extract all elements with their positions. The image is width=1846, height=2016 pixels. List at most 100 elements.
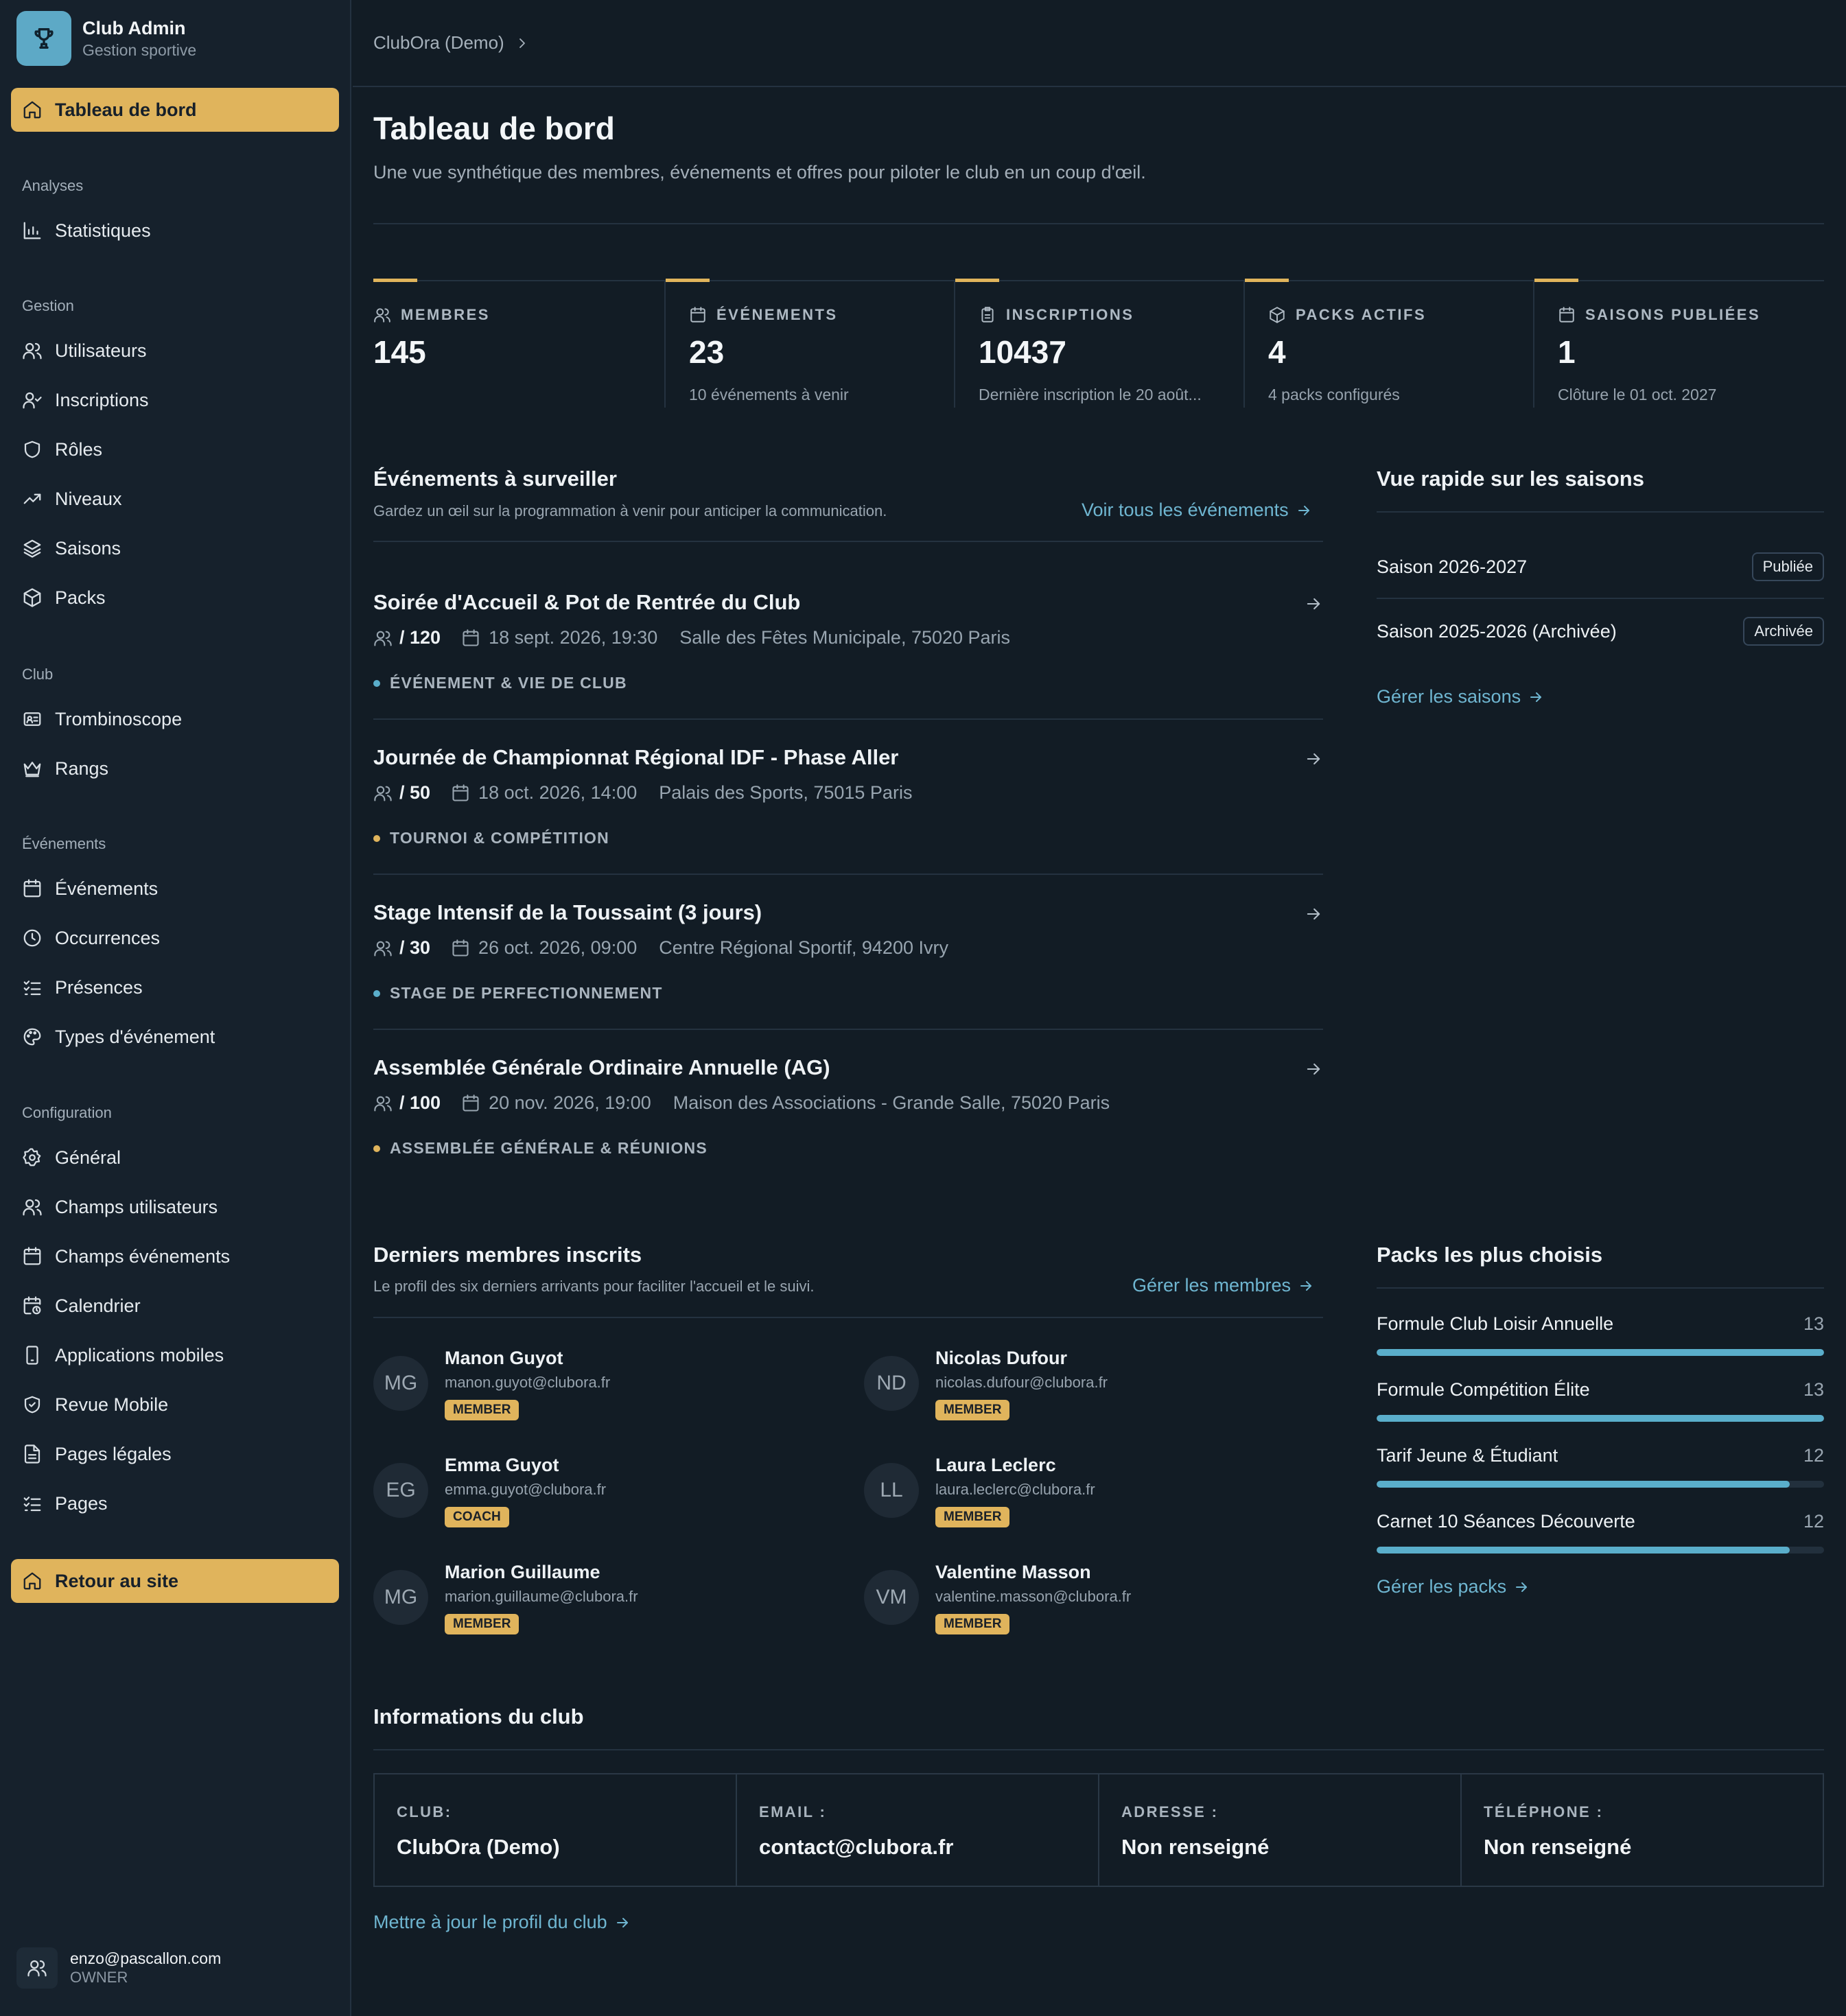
arrow-right-icon — [1516, 1582, 1528, 1592]
event-item[interactable]: Soirée d'Accueil & Pot de Rentrée du Clu… — [373, 590, 1323, 700]
sidebar-item-dashboard[interactable]: Tableau de bord — [11, 88, 339, 132]
user-role: OWNER — [70, 1969, 128, 1986]
sidebar-item-packs[interactable]: Packs — [11, 576, 339, 620]
brand-name: Club Admin — [82, 18, 186, 38]
member-email: emma.guyot@clubora.fr — [445, 1481, 607, 1498]
event-date: 18 oct. 2026, 14:00 — [478, 782, 638, 803]
sidebar-item-presences[interactable]: Présences — [11, 965, 339, 1009]
arrow-right-icon[interactable] — [1304, 749, 1323, 769]
season-row[interactable]: Saison 2026-2027 Publiée — [1377, 535, 1824, 598]
arrow-right-icon[interactable] — [1304, 904, 1323, 924]
chevron-right-icon — [519, 38, 525, 48]
sidebar-item-champs-evenements[interactable]: Champs événements — [11, 1234, 339, 1278]
back-to-site-button[interactable]: Retour au site — [11, 1559, 339, 1603]
sidebar-item-label: Occurrences — [55, 927, 161, 948]
event-capacity: / 100 — [399, 1092, 441, 1113]
season-row[interactable]: Saison 2025-2026 (Archivée) Archivée — [1377, 600, 1824, 663]
event-item[interactable]: Journée de Championnat Régional IDF - Ph… — [373, 745, 1323, 855]
stat-value: 4 — [1268, 334, 1286, 370]
sidebar-item-statistiques[interactable]: Statistiques — [11, 209, 339, 253]
info-label: ADRESSE : — [1121, 1803, 1219, 1820]
event-title: Stage Intensif de la Toussaint (3 jours) — [373, 900, 762, 924]
member-card[interactable]: EG Emma Guyot emma.guyot@clubora.fr COAC… — [373, 1455, 813, 1537]
stat-label: INSCRIPTIONS — [1006, 306, 1134, 323]
page-title: Tableau de bord — [373, 110, 615, 146]
layers-icon — [23, 539, 41, 558]
sidebar-item-roles[interactable]: Rôles — [11, 427, 339, 471]
pack-name: Formule Club Loisir Annuelle — [1377, 1313, 1614, 1334]
nav-group-analyses: Analyses — [22, 177, 84, 194]
sidebar-item-evenements[interactable]: Événements — [11, 867, 339, 911]
sidebar-item-label: Champs utilisateurs — [55, 1196, 218, 1217]
event-tag: ASSEMBLÉE GÉNÉRALE & RÉUNIONS — [390, 1139, 708, 1157]
sidebar-item-utilisateurs[interactable]: Utilisateurs — [11, 329, 339, 373]
sidebar-item-label: Général — [55, 1147, 121, 1168]
pack-name: Tarif Jeune & Étudiant — [1377, 1445, 1558, 1466]
sidebar-item-revue-mobile[interactable]: Revue Mobile — [11, 1383, 339, 1427]
sidebar-item-occurrences[interactable]: Occurrences — [11, 916, 339, 960]
sidebar-item-general[interactable]: Général — [11, 1136, 339, 1180]
see-all-events-link[interactable]: Voir tous les événements — [1082, 500, 1312, 521]
sidebar-item-inscriptions[interactable]: Inscriptions — [11, 378, 339, 422]
status-badge: Publiée — [1751, 552, 1824, 581]
sidebar-item-pages-legales[interactable]: Pages légales — [11, 1432, 339, 1476]
tag-dot — [373, 834, 380, 842]
event-date: 20 nov. 2026, 19:00 — [489, 1092, 651, 1113]
sidebar-item-pages[interactable]: Pages — [11, 1481, 339, 1525]
info-value: contact@clubora.fr — [759, 1835, 954, 1859]
event-date: 18 sept. 2026, 19:30 — [489, 627, 658, 648]
member-card[interactable]: VM Valentine Masson valentine.masson@clu… — [864, 1562, 1303, 1644]
event-place: Centre Régional Sportif, 94200 Ivry — [659, 937, 948, 958]
member-email: valentine.masson@clubora.fr — [935, 1588, 1132, 1605]
arrow-right-icon[interactable] — [1304, 1059, 1323, 1079]
member-card[interactable]: LL Laura Leclerc laura.leclerc@clubora.f… — [864, 1455, 1303, 1537]
stat-value: 23 — [689, 334, 725, 370]
avatar: LL — [864, 1463, 919, 1518]
sidebar-item-niveaux[interactable]: Niveaux — [11, 477, 339, 521]
shield-check-icon — [24, 1396, 40, 1414]
user-menu[interactable]: enzo@pascallon.com OWNER — [16, 1947, 221, 1989]
nav-group-configuration: Configuration — [22, 1104, 112, 1121]
arrow-right-icon[interactable] — [1304, 594, 1323, 613]
pack-progress — [1377, 1349, 1824, 1356]
sidebar-item-calendrier[interactable]: Calendrier — [11, 1284, 339, 1328]
home-icon — [23, 101, 41, 119]
sidebar: Club Admin Gestion sportive Tableau de b… — [0, 0, 351, 2016]
member-card[interactable]: ND Nicolas Dufour nicolas.dufour@clubora… — [864, 1348, 1303, 1430]
calendar-icon — [463, 629, 479, 646]
manage-seasons-link[interactable]: Gérer les saisons — [1377, 686, 1544, 707]
event-tag: STAGE DE PERFECTIONNEMENT — [390, 984, 663, 1002]
member-name: Marion Guillaume — [445, 1562, 600, 1582]
users-icon — [374, 1096, 392, 1112]
event-item[interactable]: Assemblée Générale Ordinaire Annuelle (A… — [373, 1055, 1323, 1165]
stat-value: 1 — [1558, 334, 1576, 370]
breadcrumb-item[interactable]: ClubOra (Demo) — [373, 32, 504, 54]
pack-progress — [1377, 1547, 1824, 1554]
event-tag: TOURNOI & COMPÉTITION — [390, 829, 609, 847]
member-card[interactable]: MG Marion Guillaume marion.guillaume@clu… — [373, 1562, 813, 1644]
event-item[interactable]: Stage Intensif de la Toussaint (3 jours)… — [373, 900, 1323, 1010]
member-name: Nicolas Dufour — [935, 1348, 1068, 1368]
info-cell-adresse: ADRESSE : Non renseigné — [1099, 1774, 1462, 1886]
member-card[interactable]: MG Manon Guyot manon.guyot@clubora.fr ME… — [373, 1348, 813, 1430]
season-name: Saison 2025-2026 (Archivée) — [1377, 620, 1617, 642]
info-cell-telephone: TÉLÉPHONE : Non renseigné — [1462, 1774, 1823, 1886]
update-club-profile-link[interactable]: Mettre à jour le profil du club — [373, 1912, 631, 1933]
sidebar-item-applications-mobiles[interactable]: Applications mobiles — [11, 1333, 339, 1377]
sidebar-item-champs-utilisateurs[interactable]: Champs utilisateurs — [11, 1185, 339, 1229]
sidebar-item-rangs[interactable]: Rangs — [11, 747, 339, 790]
tag-dot — [373, 989, 380, 997]
nav-group-club: Club — [22, 666, 54, 683]
sidebar-item-types-evenement[interactable]: Types d'événement — [11, 1015, 339, 1059]
sidebar-item-saisons[interactable]: Saisons — [11, 526, 339, 570]
role-badge: MEMBER — [445, 1614, 519, 1634]
event-date: 26 oct. 2026, 09:00 — [478, 937, 638, 958]
event-title: Soirée d'Accueil & Pot de Rentrée du Clu… — [373, 590, 801, 614]
arrow-right-icon — [1300, 1280, 1312, 1291]
manage-packs-link[interactable]: Gérer les packs — [1377, 1576, 1530, 1597]
manage-members-link[interactable]: Gérer les membres — [1132, 1275, 1314, 1296]
brand[interactable]: Club Admin Gestion sportive — [16, 11, 196, 66]
info-value: ClubOra (Demo) — [397, 1835, 560, 1859]
info-value: Non renseigné — [1484, 1835, 1632, 1859]
sidebar-item-trombinoscope[interactable]: Trombinoscope — [11, 697, 339, 741]
